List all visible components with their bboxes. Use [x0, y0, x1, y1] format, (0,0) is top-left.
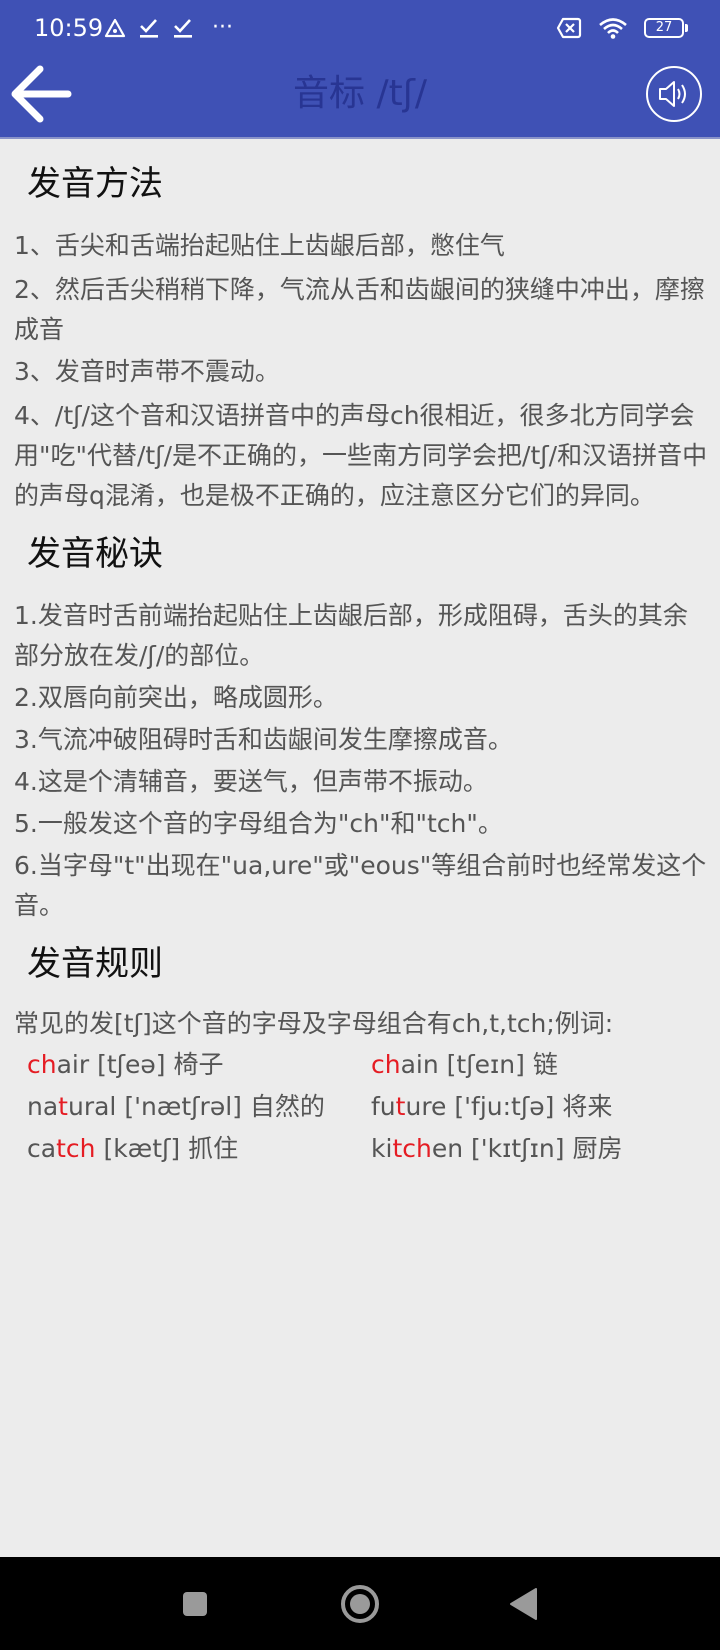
- list-item: 1.发音时舌前端抬起贴住上齿龈后部，形成阻碍，舌头的其余部分放在发/ʃ/的部位。: [14, 601, 688, 670]
- word-phonetic: ['nætʃrəl]: [124, 1092, 242, 1121]
- section-rules: 发音规则 常见的发[tʃ]这个音的字母及字母组合有ch,t,tch;例词: ch…: [0, 926, 720, 1170]
- word-suffix: air: [56, 1050, 90, 1079]
- word-meaning: 链: [532, 1050, 558, 1079]
- triangle-back-icon: [510, 1588, 537, 1620]
- word-phonetic: [kætʃ]: [103, 1134, 181, 1163]
- example-word: chain [tʃeɪn] 链: [369, 1044, 713, 1086]
- navigation-bar: [0, 1557, 720, 1650]
- status-time: 10:59: [34, 14, 104, 42]
- word-meaning: 椅子: [173, 1050, 224, 1079]
- example-row: natural ['nætʃrəl] 自然的 future ['fju:tʃə]…: [0, 1086, 720, 1128]
- word-highlight: tch: [56, 1134, 96, 1163]
- battery-level: 27: [655, 20, 673, 35]
- list-item: 6.当字母"t"出现在"ua,ure"或"eous"等组合前时也经常发这个音。: [14, 851, 707, 920]
- warning-triangle-icon: [104, 18, 126, 38]
- speaker-icon: [659, 81, 686, 107]
- section-tips: 发音秘诀 1.发音时舌前端抬起贴住上齿龈后部，形成阻碍，舌头的其余部分放在发/ʃ…: [0, 516, 720, 926]
- word-meaning: 将来: [562, 1092, 613, 1121]
- word-suffix: ain: [400, 1050, 439, 1079]
- examples-table: chair [tʃeə] 椅子 chain [tʃeɪn] 链 natural …: [0, 1044, 720, 1170]
- home-button[interactable]: [337, 1581, 383, 1627]
- content[interactable]: 发音方法 1、舌尖和舌端抬起贴住上齿龈后部，憋住气 2、然后舌尖稍稍下降，气流从…: [0, 139, 720, 1557]
- status-bar: 10:59 ··· 27: [0, 0, 720, 56]
- word-suffix: en: [431, 1134, 464, 1163]
- example-word: catch [kætʃ] 抓住: [0, 1128, 369, 1170]
- list-item: 4、/tʃ/这个音和汉语拼音中的声母ch很相近，很多北方同学会用"吃"代替/tʃ…: [14, 401, 708, 510]
- arrow-left-icon: [11, 65, 72, 123]
- no-sim-icon: [556, 17, 582, 39]
- example-word: kitchen ['kɪtʃɪn] 厨房: [369, 1128, 713, 1170]
- system-icons: 27: [556, 14, 688, 42]
- list-item: 3.气流冲破阻碍时舌和齿龈间发生摩擦成音。: [14, 725, 513, 754]
- example-row: chair [tʃeə] 椅子 chain [tʃeɪn] 链: [0, 1044, 720, 1086]
- more-notifications-icon: ···: [212, 15, 233, 40]
- section-title: 发音方法: [27, 164, 163, 204]
- word-meaning: 抓住: [188, 1134, 239, 1163]
- word-meaning: 自然的: [249, 1092, 325, 1121]
- word-phonetic: ['kɪtʃɪn]: [471, 1134, 565, 1163]
- word-prefix: na: [27, 1092, 59, 1121]
- list-item: 3、发音时声带不震动。: [14, 357, 280, 386]
- back-button[interactable]: [6, 59, 76, 129]
- battery-icon: 27: [644, 18, 688, 38]
- section-title: 发音秘诀: [27, 534, 163, 574]
- example-row: catch [kætʃ] 抓住 kitchen ['kɪtʃɪn] 厨房: [0, 1128, 720, 1170]
- app-bar: 音标 /tʃ/: [0, 56, 720, 139]
- word-phonetic: [tʃeɪn]: [446, 1050, 525, 1079]
- circle-icon: [341, 1585, 379, 1623]
- play-sound-button[interactable]: [646, 66, 702, 122]
- list-item: 5.一般发这个音的字母组合为"ch"和"tch"。: [14, 809, 503, 838]
- section-title: 发音规则: [27, 944, 163, 984]
- rules-intro: 常见的发[tʃ]这个音的字母及字母组合有ch,t,tch;例词:: [14, 1009, 614, 1038]
- list-item: 2、然后舌尖稍稍下降，气流从舌和齿龈间的狭缝中冲出，摩擦成音: [14, 275, 705, 344]
- list-item: 1、舌尖和舌端抬起贴住上齿龈后部，憋住气: [14, 231, 505, 260]
- word-highlight: ch: [27, 1050, 57, 1079]
- page-title: 音标 /tʃ/: [293, 73, 427, 114]
- word-prefix: ki: [371, 1134, 393, 1163]
- word-highlight: t: [58, 1092, 68, 1121]
- list-item: 2.双唇向前突出，略成圆形。: [14, 683, 338, 712]
- word-highlight: tch: [392, 1134, 432, 1163]
- example-word: future ['fju:tʃə] 将来: [369, 1086, 713, 1128]
- square-icon: [183, 1592, 207, 1616]
- notification-icons: ···: [104, 16, 233, 40]
- example-word: chair [tʃeə] 椅子: [0, 1044, 369, 1086]
- word-highlight: ch: [371, 1050, 401, 1079]
- word-suffix: ure: [405, 1092, 447, 1121]
- word-suffix: ural: [67, 1092, 117, 1121]
- word-phonetic: ['fju:tʃə]: [454, 1092, 555, 1121]
- recents-button[interactable]: [172, 1581, 218, 1627]
- checklist-icon: [140, 19, 158, 38]
- list-item: 4.这是个清辅音，要送气，但声带不振动。: [14, 767, 488, 796]
- word-phonetic: [tʃeə]: [97, 1050, 166, 1079]
- section-method: 发音方法 1、舌尖和舌端抬起贴住上齿龈后部，憋住气 2、然后舌尖稍稍下降，气流从…: [0, 139, 720, 516]
- word-prefix: fu: [371, 1092, 396, 1121]
- word-prefix: ca: [27, 1134, 57, 1163]
- wifi-icon: [599, 18, 627, 39]
- checklist-icon: [174, 19, 192, 38]
- back-nav-button[interactable]: [501, 1581, 547, 1627]
- word-meaning: 厨房: [572, 1134, 623, 1163]
- word-highlight: t: [395, 1092, 406, 1121]
- example-word: natural ['nætʃrəl] 自然的: [0, 1086, 369, 1128]
